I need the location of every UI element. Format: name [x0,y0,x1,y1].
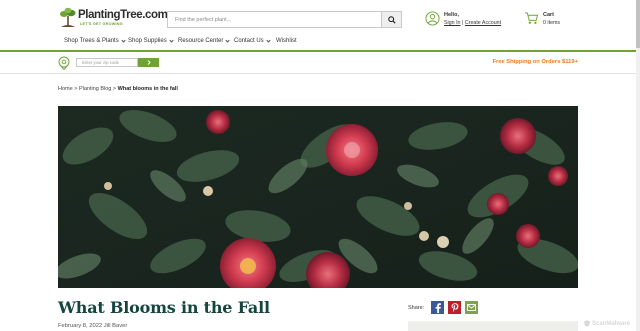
cart-icon [525,12,539,24]
scrollbar-thumb[interactable] [636,0,640,48]
watermark-text: ScanMalware [592,320,631,327]
nav-wishlist[interactable]: Wishlist [276,38,297,44]
tree-logo-icon [60,7,76,27]
shield-icon [584,320,590,327]
location-pin-icon [58,56,70,70]
nav-shop-supplies[interactable]: Shop Supplies [128,37,174,44]
chevron-down-icon [121,37,126,43]
logo-tagline: LET'S GET GROWING [80,22,123,26]
facebook-share-button[interactable] [431,301,444,314]
account-area: Hello, Sign In | Create Account [425,11,505,29]
cart-button[interactable]: Cart 0 items [524,11,569,29]
article-title: What Blooms in the Fall [58,298,270,317]
sign-in-link[interactable]: Sign In [444,20,461,26]
email-share-button[interactable] [465,301,478,314]
account-separator: | [461,20,464,26]
search-icon [387,15,396,24]
page-scrollbar[interactable] [636,0,640,331]
chevron-right-icon [147,60,151,65]
breadcrumb-blog[interactable]: Planting Blog [79,86,111,92]
nav-shop-trees[interactable]: Shop Trees & Plants [64,37,126,44]
search-button[interactable] [381,12,401,27]
site-header: PlantingTree.com LET'S GET GROWING Hello… [0,0,640,36]
hero-image [58,106,578,288]
zip-submit-button[interactable] [138,58,159,67]
account-links: Sign In | Create Account [444,20,501,26]
user-icon[interactable] [425,11,440,26]
watermark: ScanMalware [584,320,630,327]
search-input[interactable] [168,12,383,27]
logo-text: PlantingTree.com [78,9,168,21]
breadcrumb-home[interactable]: Home [58,86,73,92]
sidebar-panel [408,321,578,331]
chevron-down-icon [266,37,271,43]
cart-count: 0 items [543,20,561,26]
nav-label: Shop Supplies [128,38,167,44]
zip-code-input[interactable] [76,58,138,67]
pinterest-share-button[interactable] [448,301,461,314]
breadcrumb: Home > Planting Blog > What blooms in th… [58,86,178,92]
breadcrumb-separator: > [112,86,117,92]
email-icon [467,304,476,311]
site-logo[interactable]: PlantingTree.com LET'S GET GROWING [58,7,168,29]
breadcrumb-current: What blooms in the fall [117,86,178,92]
nav-label: Wishlist [276,38,297,44]
nav-label: Contact Us [234,38,264,44]
create-account-link[interactable]: Create Account [465,20,501,26]
search-bar [167,11,402,28]
breadcrumb-separator: > [74,86,78,92]
nav-label: Resource Center [178,38,224,44]
cart-label: Cart [543,12,555,18]
pinterest-icon [451,302,458,312]
article-meta: February 8, 2022 Jill Baver [58,323,128,329]
camellia-flowers-image [58,106,578,288]
facebook-icon [435,302,441,313]
nav-resource-center[interactable]: Resource Center [178,37,230,44]
main-nav: Shop Trees & Plants Shop Supplies Resour… [0,36,640,50]
nav-label: Shop Trees & Plants [64,38,119,44]
chevron-down-icon [169,37,174,43]
free-shipping-banner[interactable]: Free Shipping on Orders $119+ [492,59,578,65]
zip-bar: Free Shipping on Orders $119+ [0,52,640,74]
chevron-down-icon [225,37,230,43]
account-greeting: Hello, [444,12,459,18]
nav-contact-us[interactable]: Contact Us [234,37,271,44]
share-label: Share: [408,305,425,311]
